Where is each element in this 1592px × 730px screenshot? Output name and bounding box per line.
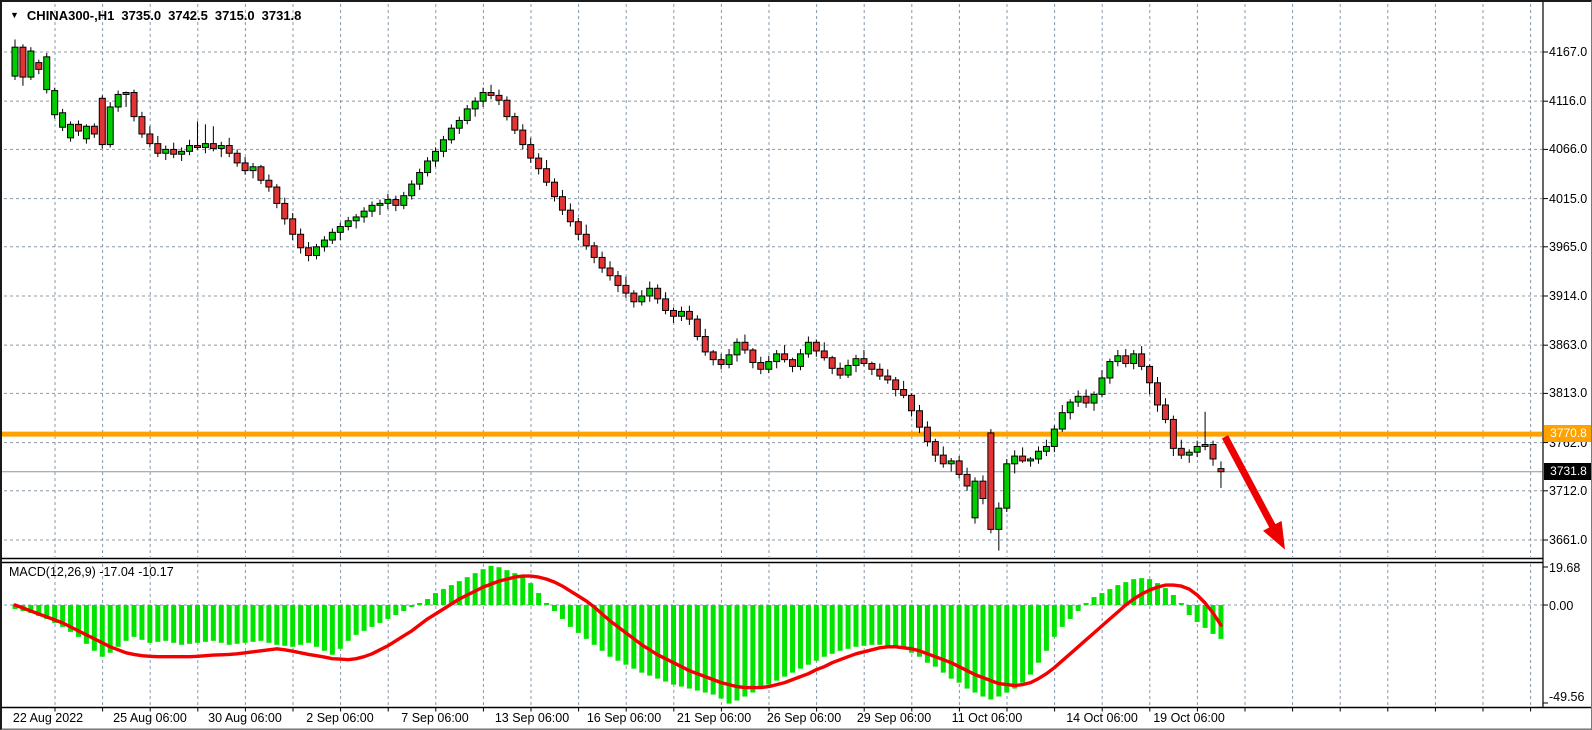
price-tick-label: 3914.0 (1549, 289, 1587, 303)
current-price-tag: 3731.8 (1544, 463, 1592, 480)
ohlc-open-value: 3735.0 (121, 8, 161, 23)
macd-indicator-label: MACD(12,26,9) -17.04 -10.17 (9, 565, 174, 579)
price-tick-label: 3661.0 (1549, 533, 1587, 547)
chart-canvas[interactable] (2, 2, 1592, 730)
symbol-header: ▼ CHINA300-,H1 3735.0 3742.5 3715.0 3731… (10, 7, 308, 23)
time-tick-label: 7 Sep 06:00 (401, 711, 468, 725)
price-tick-label: 3863.0 (1549, 338, 1587, 352)
trend-arrow[interactable] (1225, 437, 1285, 550)
time-tick-label: 22 Aug 2022 (13, 711, 83, 725)
time-tick-label: 19 Oct 06:00 (1153, 711, 1225, 725)
time-tick-label: 29 Sep 06:00 (857, 711, 931, 725)
grid-vertical (55, 4, 1531, 706)
panel-separator[interactable] (2, 559, 1543, 563)
time-tick-label: 16 Sep 06:00 (587, 711, 661, 725)
macd-tick-label: -49.56 (1549, 690, 1584, 704)
time-tick-label: 14 Oct 06:00 (1066, 711, 1138, 725)
price-tick-label: 3965.0 (1549, 240, 1587, 254)
candles-series (12, 39, 1224, 550)
time-tick-label: 2 Sep 06:00 (306, 711, 373, 725)
macd-tick-label: 0.00 (1549, 599, 1573, 613)
time-tick-label: 13 Sep 06:00 (495, 711, 569, 725)
time-tick-label: 26 Sep 06:00 (767, 711, 841, 725)
price-tick-label: 3712.0 (1549, 484, 1587, 498)
ohlc-high-value: 3742.5 (168, 8, 208, 23)
price-tick-label: 3813.0 (1549, 386, 1587, 400)
macd-histogram (13, 566, 1224, 704)
price-tick-label: 4167.0 (1549, 45, 1587, 59)
time-tick-label: 11 Oct 06:00 (952, 711, 1023, 725)
time-tick-label: 21 Sep 06:00 (677, 711, 751, 725)
time-tick-label: 30 Aug 06:00 (208, 711, 282, 725)
hline-price-tag: 3770.8 (1544, 425, 1592, 442)
symbol-timeframe-label: CHINA300-,H1 (27, 8, 114, 23)
collapse-chart-icon[interactable]: ▼ (10, 10, 19, 20)
ohlc-low-value: 3715.0 (215, 8, 255, 23)
ohlc-close-value: 3731.8 (262, 8, 302, 23)
price-tick-label: 4116.0 (1549, 94, 1586, 108)
price-tick-label: 4066.0 (1549, 142, 1587, 156)
grid-horizontal (4, 52, 1542, 605)
chart-window: ▼ CHINA300-,H1 3735.0 3742.5 3715.0 3731… (0, 0, 1592, 730)
time-tick-label: 25 Aug 06:00 (113, 711, 187, 725)
macd-tick-label: 19.68 (1549, 561, 1580, 575)
price-tick-label: 4015.0 (1549, 192, 1587, 206)
